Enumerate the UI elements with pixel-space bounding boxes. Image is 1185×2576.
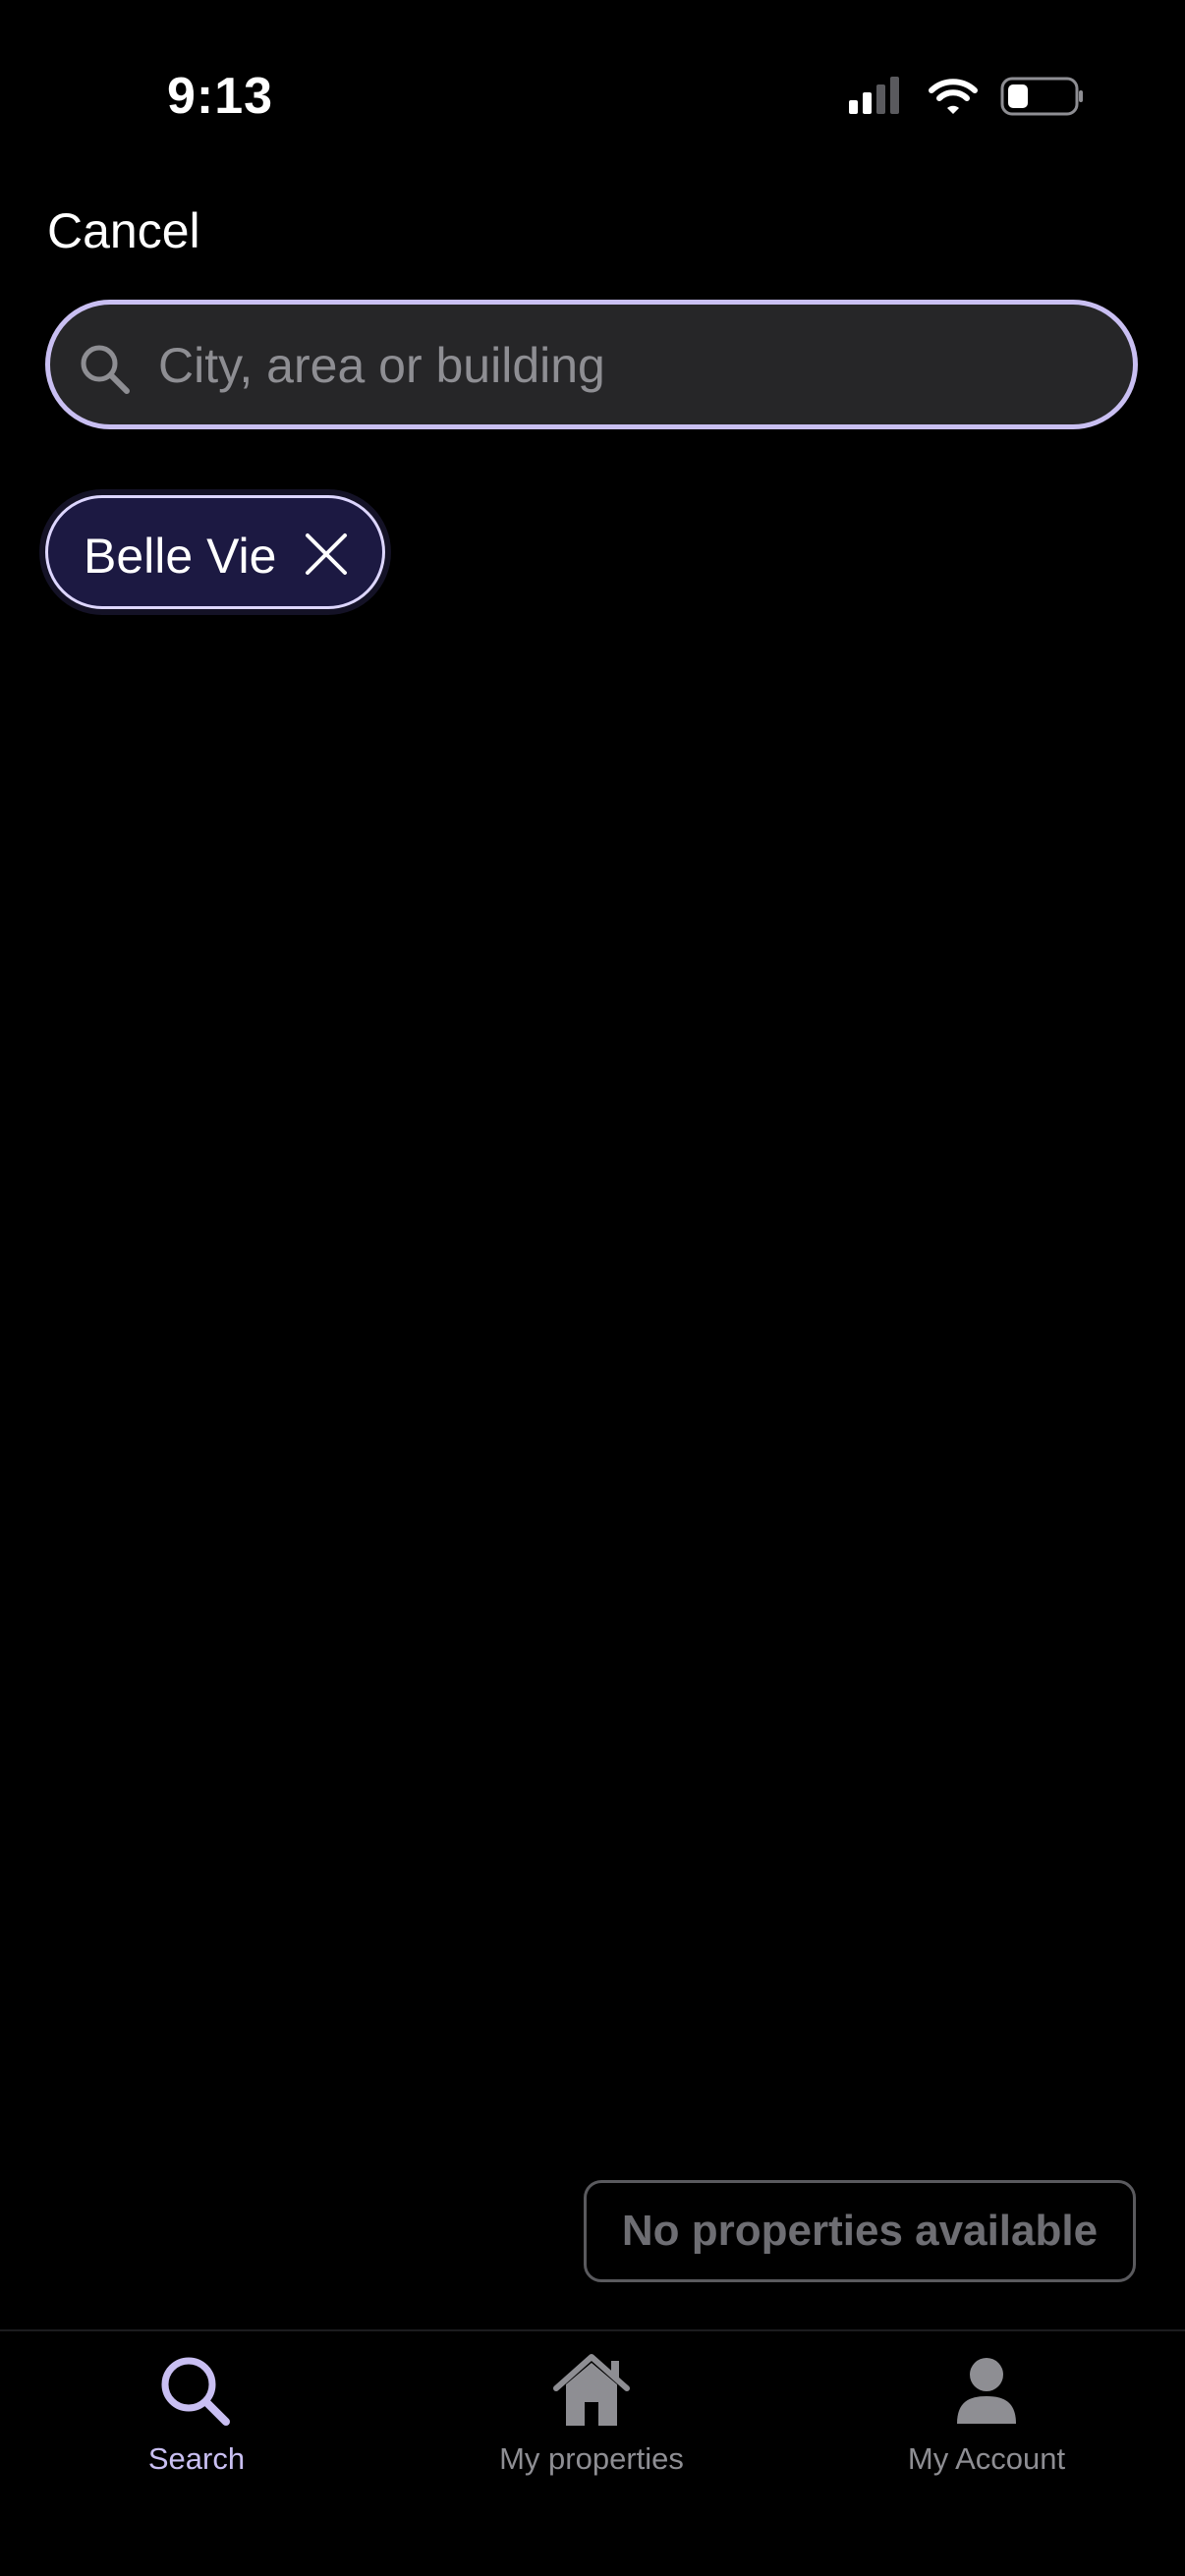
filter-chip[interactable]: Belle Vie [45, 495, 385, 609]
empty-results-badge: No properties available [584, 2180, 1136, 2282]
tab-my-account-label: My Account [907, 2441, 1066, 2476]
home-icon [553, 2354, 630, 2426]
tab-my-properties[interactable]: My properties [444, 2331, 739, 2508]
person-icon [957, 2358, 1016, 2424]
tab-bar: Search My properties My Account [0, 2329, 1185, 2576]
tab-search[interactable]: Search [49, 2331, 344, 2508]
status-time: 9:13 [167, 68, 274, 125]
search-input[interactable] [156, 305, 1103, 426]
wifi-icon [929, 79, 978, 114]
tab-my-account[interactable]: My Account [839, 2331, 1134, 2508]
tab-search-label: Search [147, 2441, 246, 2476]
search-field[interactable] [45, 300, 1138, 429]
cellular-signal-icon [849, 77, 899, 114]
tab-my-properties-label: My properties [499, 2441, 684, 2476]
close-icon[interactable] [302, 530, 351, 579]
search-icon [81, 345, 130, 394]
filter-chip-label: Belle Vie [84, 529, 277, 584]
search-icon [161, 2357, 230, 2426]
status-bar: 9:13 [0, 0, 1185, 187]
cancel-button[interactable]: Cancel [47, 202, 200, 259]
battery-icon [1000, 77, 1083, 116]
status-icons [849, 77, 1083, 116]
